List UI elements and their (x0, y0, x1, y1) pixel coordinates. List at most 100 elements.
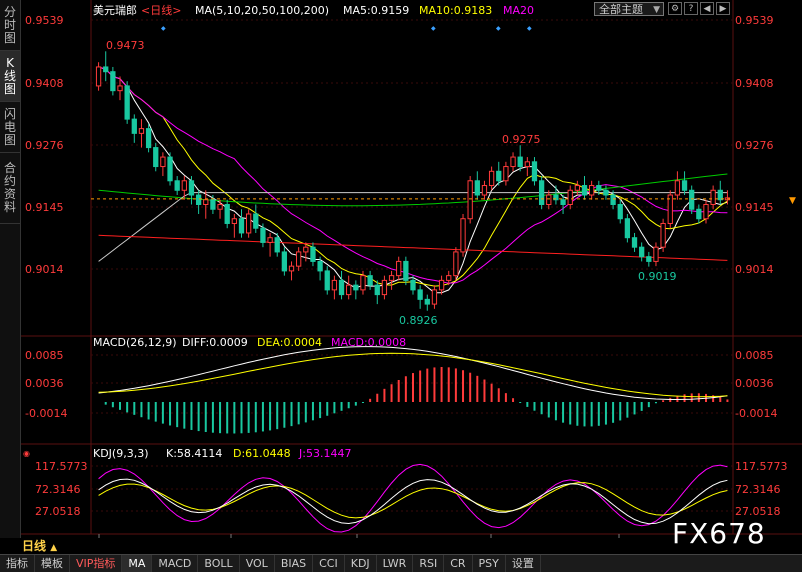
candle-body (453, 251, 459, 277)
candle-body (481, 185, 488, 196)
candle-body (95, 66, 102, 87)
macd-y-tick-left: 0.0036 (25, 377, 64, 390)
kdj-j: J:53.1447 (298, 447, 351, 460)
bottom-tab-7[interactable]: BIAS (275, 555, 314, 572)
bottom-tab-4[interactable]: MACD (152, 555, 199, 572)
bottom-tab-14[interactable]: 设置 (506, 555, 541, 572)
chevron-up-icon: ▲ (50, 543, 58, 553)
ma10-line (98, 66, 728, 287)
bottom-tab-12[interactable]: CR (444, 555, 473, 572)
candle-body (281, 251, 288, 272)
candle-body (574, 185, 581, 191)
bottom-tab-11[interactable]: RSI (413, 555, 445, 572)
candle-body (438, 279, 445, 291)
ma20-value: MA20 (503, 4, 534, 17)
bottom-tab-10[interactable]: LWR (377, 555, 414, 572)
prev-icon[interactable]: ◀ (700, 2, 714, 15)
candle-body (317, 260, 323, 272)
candle-body (596, 185, 602, 191)
bottom-tab-1[interactable]: 模板 (35, 555, 70, 572)
sidebar-tab-3[interactable]: 合约资料 (0, 153, 20, 224)
sidebar-tabs: 分时图K线图闪电图合约资料 (0, 0, 21, 538)
bottom-tab-13[interactable]: PSY (473, 555, 506, 572)
sidebar-tab-char: 分 (3, 4, 16, 19)
bottom-tab-0[interactable]: 指标 (0, 555, 35, 572)
candle-body (353, 284, 359, 291)
candle-body (267, 237, 273, 243)
y-tick-right: 0.9539 (735, 14, 774, 27)
x-tick-label: 2021/05 (233, 537, 279, 538)
candle-body (488, 170, 495, 187)
event-marker-icon: ◆ (496, 25, 501, 32)
candle-body (546, 194, 552, 205)
bottom-tab-6[interactable]: VOL (240, 555, 275, 572)
candle-body (431, 289, 438, 305)
symbol-label: 美元瑞郎 (93, 3, 137, 17)
sidebar-tab-char: 图 (3, 30, 16, 45)
candle-body (424, 298, 430, 305)
macd-diff: DIFF:0.0009 (182, 336, 248, 349)
macd-y-tick-right: 0.0036 (735, 377, 774, 390)
sidebar-tab-1[interactable]: K线图 (0, 51, 20, 102)
candle-body (710, 189, 716, 205)
candle-body (310, 246, 316, 262)
ma5-line (98, 66, 728, 294)
candle-body (460, 218, 466, 253)
theme-select[interactable]: 全部主题 ▼ (594, 2, 664, 16)
candle-body (274, 237, 280, 253)
ma20-line (98, 66, 728, 284)
macd-y-tick-left: 0.0085 (25, 349, 64, 362)
candle-body (581, 185, 588, 196)
sidebar-tab-char: 时 (3, 17, 16, 32)
kdj-d-line (98, 482, 728, 519)
candle-body (567, 189, 573, 205)
help-icon[interactable]: ? (684, 2, 698, 15)
candle-body (531, 161, 538, 182)
x-tick-label: 2021/04 (101, 537, 147, 538)
sidebar-tab-2[interactable]: 闪电图 (0, 102, 20, 153)
ma100-line (98, 192, 728, 262)
settings-icon[interactable]: ⚙ (668, 2, 682, 15)
candle-body (324, 270, 330, 291)
candle-body (253, 213, 259, 229)
period-selector[interactable]: 日线 ▲ (22, 538, 57, 554)
next-icon[interactable]: ▶ (716, 2, 730, 15)
sidebar-tab-char: 闪 (3, 106, 16, 121)
bottom-tab-8[interactable]: CCI (313, 555, 345, 572)
candle-body (689, 189, 695, 210)
candle-body (639, 246, 645, 258)
candle-body (238, 218, 245, 234)
candle-body (296, 251, 302, 267)
theme-select-label: 全部主题 (599, 3, 643, 16)
kdj-k: K:58.4114 (166, 447, 222, 460)
candle-body (138, 128, 145, 134)
sidebar-tab-char: 图 (3, 81, 16, 96)
event-marker-icon: ◆ (431, 25, 436, 32)
bottom-tab-9[interactable]: KDJ (345, 555, 377, 572)
candle-body (346, 284, 352, 296)
candle-body (560, 199, 566, 205)
candle-body (245, 213, 252, 234)
bottom-tab-5[interactable]: BOLL (198, 555, 240, 572)
kline-chart[interactable]: 0.9539 0.9539 0.9408 0.9408 0.9276 0.9276 0.91… (21, 0, 802, 538)
bottom-tab-3[interactable]: MA (122, 555, 153, 572)
candle-body (117, 85, 123, 92)
candle-body (381, 279, 388, 296)
candle-body (610, 194, 616, 205)
candle-body (617, 203, 623, 220)
macd-dea: DEA:0.0004 (257, 336, 322, 349)
y-tick-right: 0.9408 (735, 77, 774, 90)
candle-body (210, 199, 216, 210)
candle-body (603, 189, 609, 196)
y-tick-left: 0.9408 (25, 77, 64, 90)
bottom-tab-2[interactable]: VIP指标 (70, 555, 123, 572)
candle-body (374, 284, 380, 296)
candle-body (653, 246, 659, 262)
kdj-settings-icon: ◉ (23, 449, 30, 458)
label-low2: 0.9019 (638, 270, 677, 283)
candle-body (181, 180, 187, 191)
candle-body (231, 218, 237, 224)
sidebar-tab-0[interactable]: 分时图 (0, 0, 20, 51)
candle-body (624, 218, 631, 239)
candle-body (510, 156, 516, 168)
